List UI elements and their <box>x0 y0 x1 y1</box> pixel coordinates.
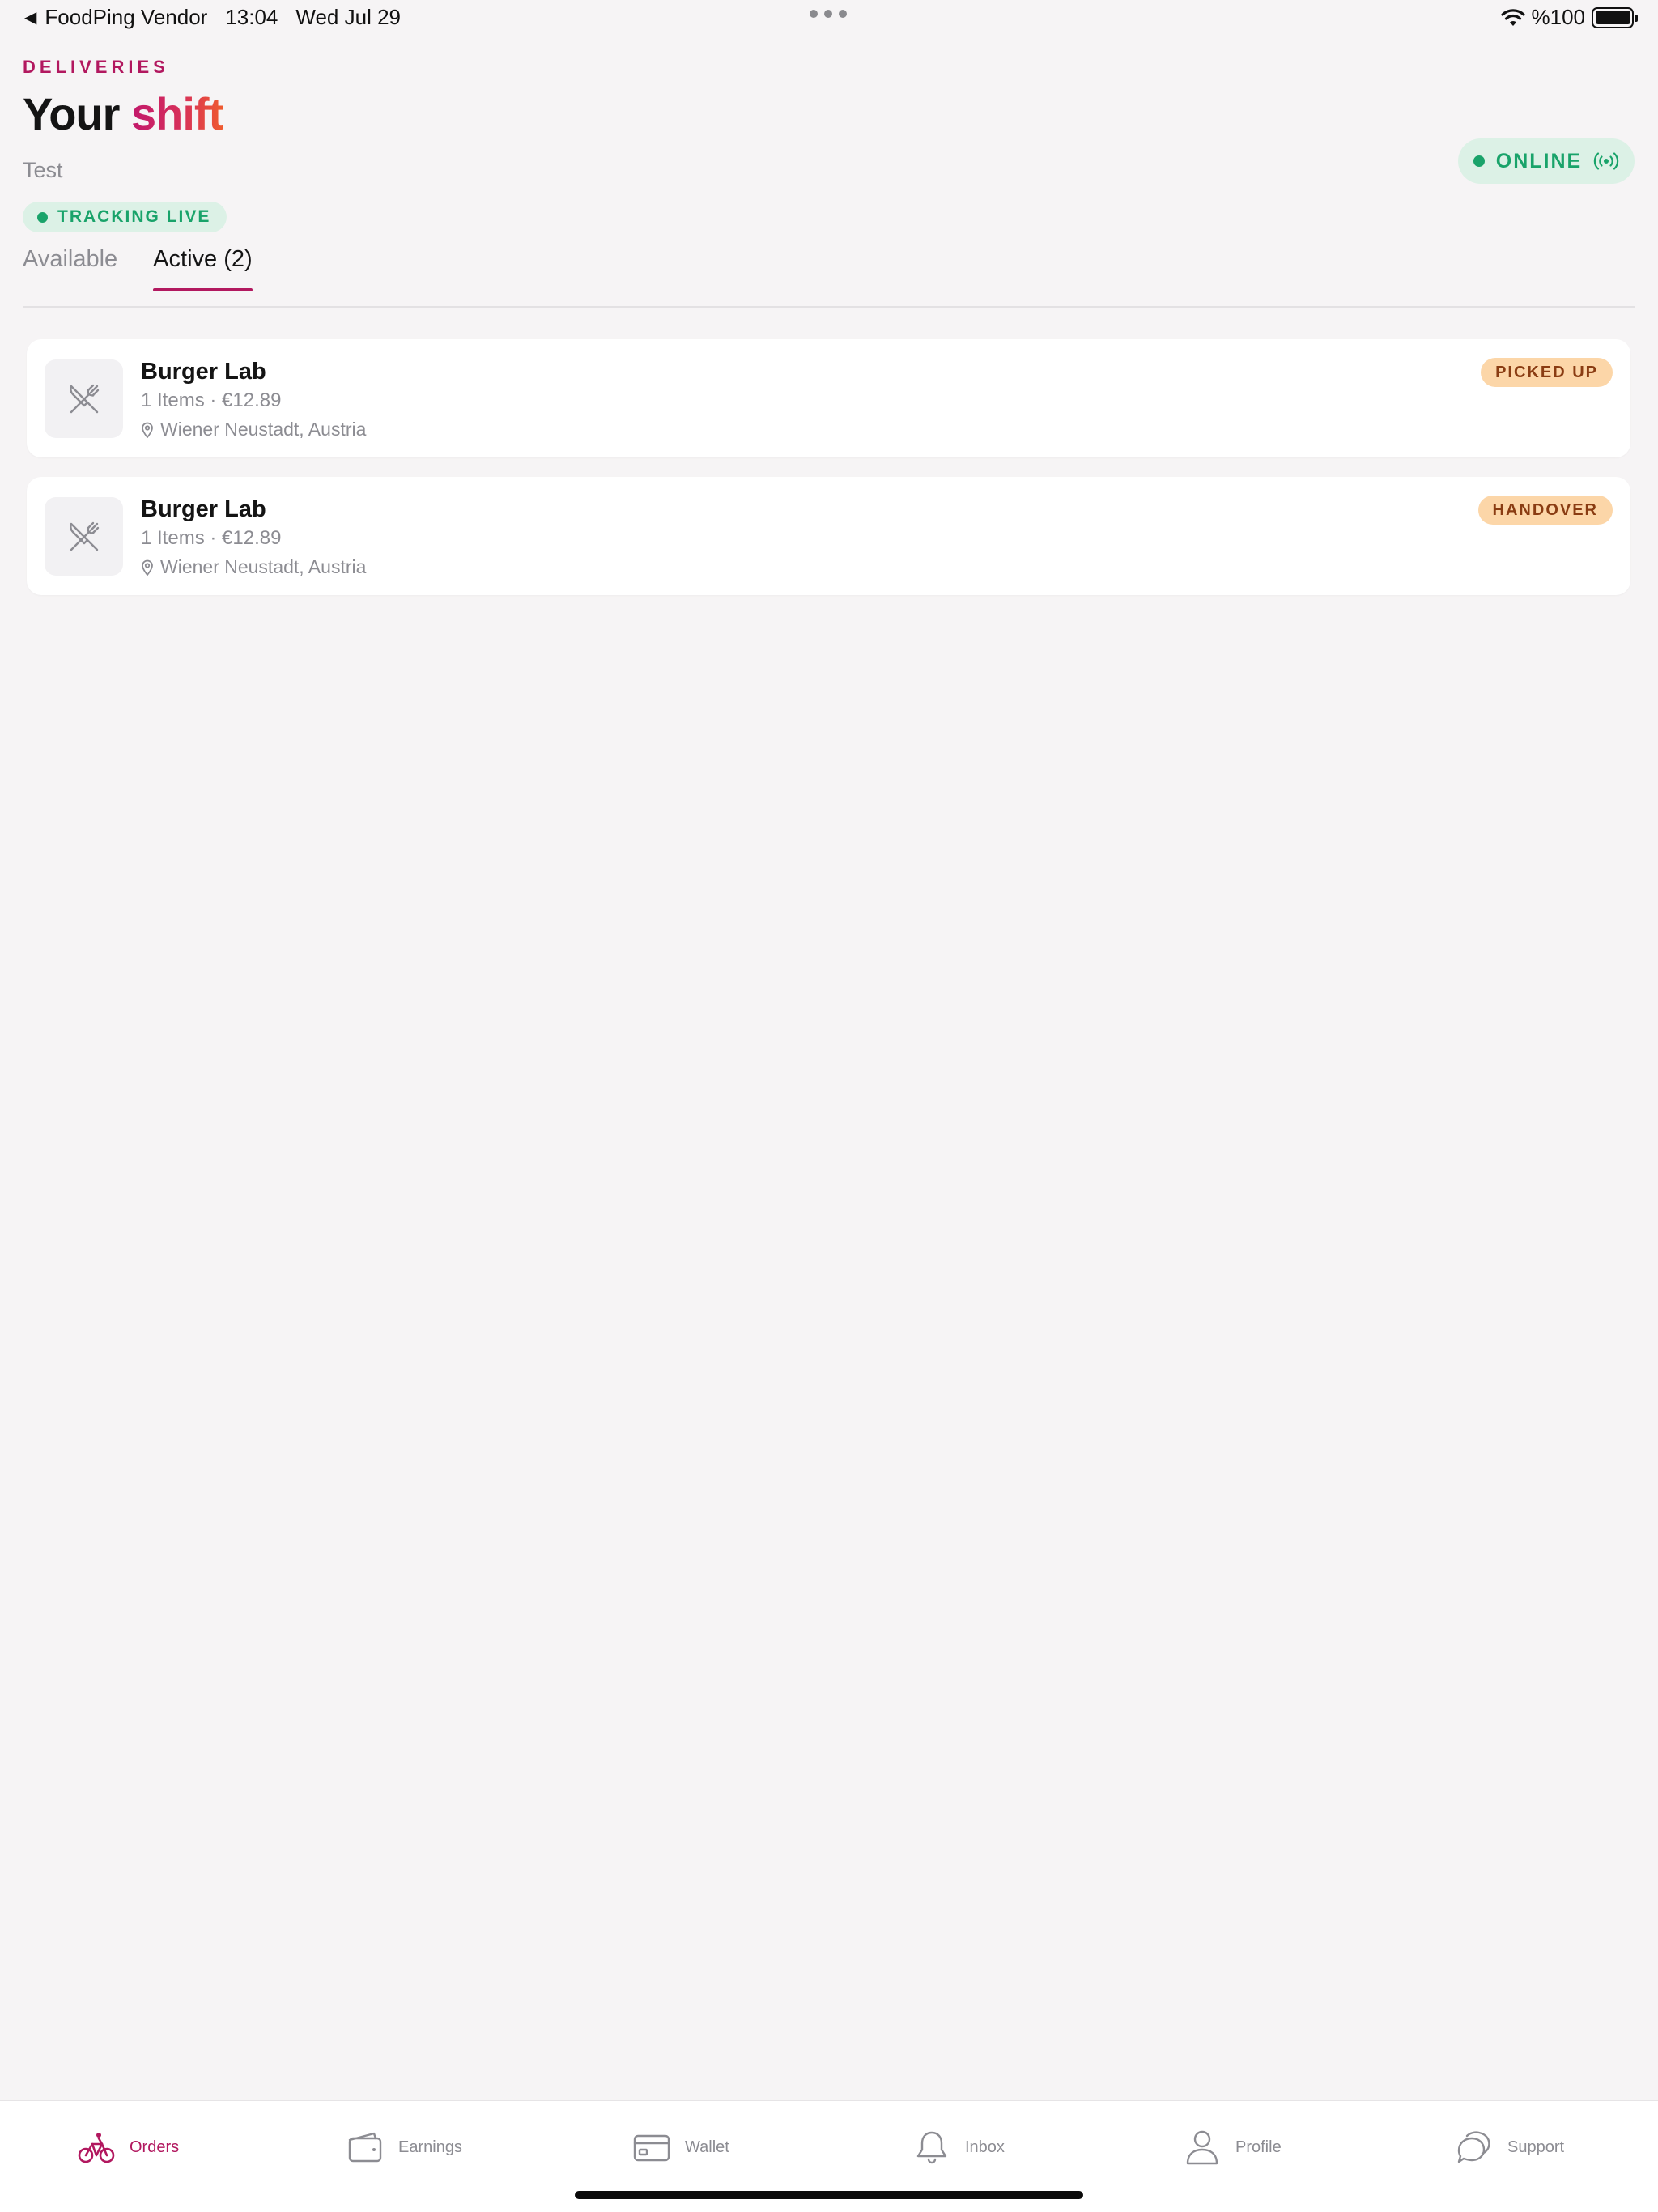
location-text: Wiener Neustadt, Austria <box>160 556 367 577</box>
order-location: Wiener Neustadt, Austria <box>141 419 366 440</box>
nav-label: Support <box>1507 2138 1565 2156</box>
nav-earnings[interactable]: Earnings <box>346 2125 462 2169</box>
status-bar-left: ◀ FoodPing Vendor 13:04 Wed Jul 29 <box>24 5 401 30</box>
status-badge: PICKED UP <box>1481 358 1613 387</box>
back-to-app-icon[interactable]: ◀ <box>24 7 36 28</box>
online-dot-icon <box>1473 155 1485 167</box>
tabs-divider <box>23 306 1635 308</box>
status-badge: HANDOVER <box>1477 496 1613 525</box>
home-indicator[interactable] <box>575 2191 1083 2199</box>
section-eyebrow: DELIVERIES <box>23 57 169 77</box>
tracking-label: TRACKING LIVE <box>57 207 211 226</box>
order-tabs: Available Active (2) <box>23 246 288 291</box>
nav-label: Inbox <box>965 2138 1005 2156</box>
status-bar: ◀ FoodPing Vendor 13:04 Wed Jul 29 %100 <box>0 0 1658 39</box>
bell-icon <box>916 2131 947 2164</box>
back-to-app-label[interactable]: FoodPing Vendor <box>45 5 207 30</box>
fork-knife-icon <box>69 521 99 551</box>
location-pin-icon <box>142 422 153 438</box>
bicycle-icon <box>78 2133 115 2163</box>
tab-available[interactable]: Available <box>23 246 117 291</box>
order-summary: 1 Items · €12.89 <box>141 389 282 411</box>
battery-icon <box>1592 6 1638 28</box>
tracking-status-badge: TRACKING LIVE <box>23 202 227 232</box>
status-date: Wed Jul 29 <box>295 5 401 29</box>
order-summary: 1 Items · €12.89 <box>141 527 282 549</box>
order-card[interactable]: Burger Lab 1 Items · €12.89 Wiener Neust… <box>27 477 1630 595</box>
nav-support[interactable]: Support <box>1456 2125 1564 2169</box>
location-text: Wiener Neustadt, Austria <box>160 419 367 440</box>
page-title: Your shift <box>23 87 223 140</box>
wifi-icon <box>1500 8 1525 26</box>
page-subtitle: Test <box>23 158 63 182</box>
page-title-plain: Your <box>23 88 120 139</box>
chat-bubbles-icon <box>1457 2131 1490 2163</box>
tracking-dot-icon <box>37 211 48 223</box>
wallet-icon <box>348 2132 382 2163</box>
multitasking-dots-icon[interactable] <box>810 10 847 18</box>
restaurant-name: Burger Lab <box>141 359 266 385</box>
person-icon <box>1186 2130 1218 2165</box>
credit-card-icon <box>633 2134 670 2162</box>
nav-wallet[interactable]: Wallet <box>633 2125 729 2169</box>
battery-percent: %100 <box>1531 5 1586 29</box>
online-toggle-button[interactable]: ONLINE <box>1458 138 1635 184</box>
nav-label: Profile <box>1235 2138 1282 2156</box>
status-bar-right: %100 <box>1500 5 1638 30</box>
nav-label: Orders <box>130 2138 180 2156</box>
order-location: Wiener Neustadt, Austria <box>141 556 366 578</box>
page-title-accent: shift <box>130 88 223 139</box>
tab-active[interactable]: Active (2) <box>153 246 253 291</box>
order-card[interactable]: Burger Lab 1 Items · €12.89 Wiener Neust… <box>27 339 1630 457</box>
location-pin-icon <box>142 559 153 576</box>
restaurant-thumbnail <box>45 497 123 576</box>
broadcast-icon <box>1593 152 1619 170</box>
online-label: ONLINE <box>1495 149 1583 172</box>
restaurant-name: Burger Lab <box>141 496 266 522</box>
nav-profile[interactable]: Profile <box>1184 2125 1282 2169</box>
nav-inbox[interactable]: Inbox <box>913 2125 1005 2169</box>
nav-orders[interactable]: Orders <box>78 2125 179 2169</box>
status-time: 13:04 <box>225 5 278 29</box>
order-list: Burger Lab 1 Items · €12.89 Wiener Neust… <box>27 339 1630 615</box>
restaurant-thumbnail <box>45 359 123 438</box>
nav-label: Earnings <box>398 2138 462 2156</box>
fork-knife-icon <box>69 384 99 413</box>
nav-label: Wallet <box>685 2138 729 2156</box>
